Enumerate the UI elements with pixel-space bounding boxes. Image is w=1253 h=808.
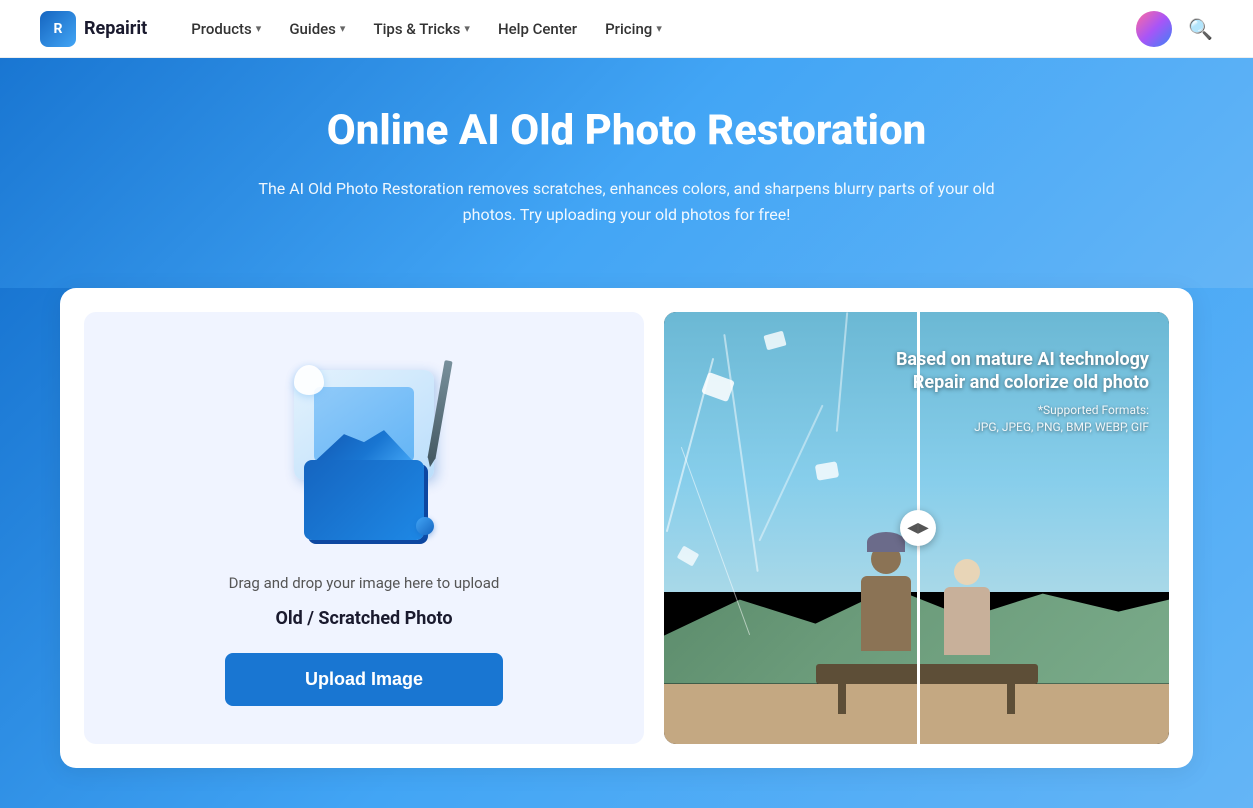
illus-mountain — [314, 422, 414, 462]
main-card: Drag and drop your image here to upload … — [60, 288, 1193, 768]
upload-image-button[interactable]: Upload Image — [225, 653, 503, 706]
upload-illustration — [264, 350, 464, 550]
illus-base — [304, 460, 424, 540]
person-right-body — [944, 587, 990, 655]
hero-title: Online AI Old Photo Restoration — [20, 106, 1233, 156]
nav-label-guides: Guides — [289, 20, 336, 38]
nav-right: 🔍 — [1136, 11, 1213, 47]
nav-label-help: Help Center — [498, 20, 577, 38]
search-icon[interactable]: 🔍 — [1188, 17, 1213, 41]
hero-subtitle: The AI Old Photo Restoration removes scr… — [247, 176, 1007, 227]
nav-label-pricing: Pricing — [605, 20, 652, 38]
drag-drop-text: Drag and drop your image here to upload — [229, 574, 500, 592]
hero-section: Online AI Old Photo Restoration The AI O… — [0, 58, 1253, 288]
overlay-title-line2: Repair and colorize old photo — [896, 371, 1149, 394]
nav-label-products: Products — [191, 20, 252, 38]
upload-panel: Drag and drop your image here to upload … — [84, 312, 644, 744]
person-right-head — [954, 559, 980, 585]
formats-label: *Supported Formats: — [1038, 403, 1149, 417]
preview-divider: ◀▶ — [917, 312, 920, 744]
chevron-down-icon: ▾ — [656, 22, 662, 35]
person-left-body — [861, 576, 911, 651]
nav-item-guides[interactable]: Guides ▾ — [277, 14, 357, 44]
navigation: R Repairit Products ▾ Guides ▾ Tips & Tr… — [0, 0, 1253, 58]
person-right — [937, 559, 997, 669]
logo[interactable]: R Repairit — [40, 11, 147, 47]
bench-leg-left — [838, 684, 846, 714]
overlay-title-line1: Based on mature AI technology — [896, 348, 1149, 371]
chevron-down-icon: ▾ — [464, 22, 470, 35]
preview-panel: ◀▶ Based on mature AI technology Repair … — [664, 312, 1169, 744]
person-hat — [867, 532, 905, 552]
preview-image-container: ◀▶ Based on mature AI technology Repair … — [664, 312, 1169, 744]
nav-item-pricing[interactable]: Pricing ▾ — [593, 14, 674, 44]
nav-item-products[interactable]: Products ▾ — [179, 14, 273, 44]
logo-text: Repairit — [84, 18, 147, 39]
nav-label-tips: Tips & Tricks — [373, 20, 460, 38]
person-left-head — [871, 544, 901, 574]
bench-leg-right — [1007, 684, 1015, 714]
illus-dot — [416, 517, 434, 535]
formats-value: JPG, JPEG, PNG, BMP, WEBP, GIF — [974, 420, 1149, 434]
nav-item-tips[interactable]: Tips & Tricks ▾ — [361, 14, 482, 44]
user-avatar[interactable] — [1136, 11, 1172, 47]
chevron-down-icon: ▾ — [340, 22, 346, 35]
nav-links: Products ▾ Guides ▾ Tips & Tricks ▾ Help… — [179, 14, 1136, 44]
preview-overlay-text: Based on mature AI technology Repair and… — [896, 348, 1149, 436]
overlay-formats-label: *Supported Formats: JPG, JPEG, PNG, BMP,… — [896, 402, 1149, 436]
logo-icon: R — [40, 11, 76, 47]
nav-item-help[interactable]: Help Center — [486, 14, 589, 44]
slider-arrows-icon: ◀▶ — [907, 520, 929, 536]
image-comparison-slider[interactable]: ◀▶ — [900, 510, 936, 546]
bench — [816, 664, 1038, 684]
chevron-down-icon: ▾ — [256, 22, 262, 35]
damage-chunk-4 — [814, 461, 838, 481]
illus-frame-inner — [314, 387, 414, 462]
person-left — [856, 544, 916, 664]
photo-type-label: Old / Scratched Photo — [275, 608, 452, 629]
